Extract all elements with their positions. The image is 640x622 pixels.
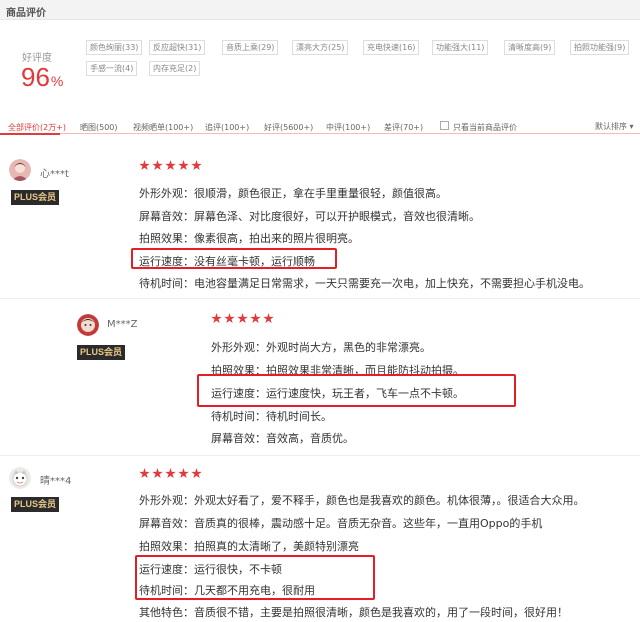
star-icon bbox=[139, 160, 150, 171]
star-icon bbox=[250, 313, 261, 324]
review-line: 屏幕音效：屏幕色泽、对比度很好，可以开护眼模式，音效也很清晰。 bbox=[139, 210, 480, 223]
star-icon bbox=[165, 468, 176, 479]
rating-score: 96% bbox=[21, 62, 63, 93]
reviewer-name: 晴***4 bbox=[40, 476, 72, 487]
checkbox-label: 只看当前商品评价 bbox=[453, 123, 517, 132]
star-icon bbox=[224, 313, 235, 324]
review-line: 屏幕音效：音质真的很棒，震动感十足。音质无杂音。这些年，一直用Oppo的手机 bbox=[139, 517, 543, 530]
filter-negative[interactable]: 差评(70+) bbox=[384, 122, 423, 133]
avatar bbox=[77, 314, 99, 336]
star-icon bbox=[165, 160, 176, 171]
review-line: 屏幕音效：音效高，音质优。 bbox=[211, 432, 354, 445]
filter-divider bbox=[0, 133, 640, 134]
user-avatar-icon bbox=[9, 159, 31, 181]
tag-chip[interactable]: 音质上乘(29) bbox=[222, 40, 279, 55]
star-icon bbox=[178, 160, 189, 171]
section-title: 商品评价 bbox=[6, 8, 46, 19]
tag-chip[interactable]: 充电快速(16) bbox=[363, 40, 420, 55]
rating-value: 96 bbox=[21, 62, 50, 92]
review-line: 外形外观：外观太好看了，爱不释手，颜色也是我喜欢的颜色。机体很薄，。很适合大众用… bbox=[139, 494, 585, 507]
rating-unit: % bbox=[50, 73, 64, 89]
plus-member-badge: PLUS会员 bbox=[77, 345, 126, 360]
review-line: 拍照效果：像素很高，拍出来的照片很明亮。 bbox=[139, 232, 359, 245]
review-line: 待机时间：几天都不用充电，很耐用 bbox=[139, 584, 315, 597]
filter-followup[interactable]: 追评(100+) bbox=[205, 122, 249, 133]
reviewer-name: 心***t bbox=[40, 169, 69, 180]
tag-chip[interactable]: 功能强大(11) bbox=[432, 40, 489, 55]
star-icon bbox=[263, 313, 274, 324]
plus-member-badge: PLUS会员 bbox=[11, 190, 60, 205]
review-line: 拍照效果：拍照效果非常清晰，而且能防抖动拍摄。 bbox=[211, 364, 464, 377]
star-icon bbox=[152, 468, 163, 479]
tag-chip[interactable]: 内存充足(2) bbox=[149, 61, 201, 76]
avatar bbox=[9, 159, 31, 181]
review-line: 运行速度：运行很快，不卡顿 bbox=[139, 563, 282, 576]
star-icon bbox=[237, 313, 248, 324]
review-line: 待机时间：电池容量满足日常需求，一天只需要充一次电，加上快充，不需要担心手机没电… bbox=[139, 277, 590, 290]
review-line: 运行速度：运行速度快，玩王者，飞车一点不卡顿。 bbox=[211, 387, 464, 400]
filter-neutral[interactable]: 中评(100+) bbox=[326, 122, 370, 133]
plus-member-badge: PLUS会员 bbox=[11, 497, 60, 512]
review-line: 待机时间：待机时间长。 bbox=[211, 410, 332, 423]
star-icon bbox=[178, 468, 189, 479]
review-line: 外形外观：外观时尚大方，黑色的非常漂亮。 bbox=[211, 341, 431, 354]
review-line: 拍照效果：拍照真的太清晰了，美颜特别漂亮 bbox=[139, 540, 359, 553]
review-line: 其他特色：音质很不错，主要是拍照很清晰，颜色是我喜欢的，用了一段时间，很好用！ bbox=[139, 606, 568, 619]
star-rating bbox=[139, 160, 202, 172]
tag-chip[interactable]: 手感一流(4) bbox=[86, 61, 138, 76]
tag-chip[interactable]: 拍照功能强(9) bbox=[570, 40, 630, 55]
filter-all[interactable]: 全部评价(2万+) bbox=[8, 122, 66, 133]
star-icon bbox=[139, 468, 150, 479]
reviewer-name: M***Z bbox=[107, 319, 138, 330]
tag-chip[interactable]: 颜色绚丽(33) bbox=[86, 40, 143, 55]
tag-chip[interactable]: 反应超快(31) bbox=[149, 40, 206, 55]
star-icon bbox=[191, 160, 202, 171]
star-icon bbox=[191, 468, 202, 479]
review-divider bbox=[0, 298, 640, 299]
star-icon bbox=[152, 160, 163, 171]
filter-photos[interactable]: 晒图(500) bbox=[80, 122, 118, 133]
review-divider bbox=[0, 455, 640, 456]
review-line: 外形外观：很顺滑，颜色很正，拿在手里重量很轻，颜值很高。 bbox=[139, 187, 447, 200]
sort-dropdown[interactable]: 默认排序 ▾ bbox=[595, 121, 634, 132]
review-line: 运行速度：没有丝毫卡顿，运行顺畅 bbox=[139, 255, 315, 268]
active-filter-indicator bbox=[0, 133, 60, 135]
current-product-checkbox[interactable] bbox=[440, 121, 449, 130]
filter-positive[interactable]: 好评(5600+) bbox=[264, 122, 313, 133]
tag-chip[interactable]: 漂亮大方(25) bbox=[292, 40, 349, 55]
tag-chip[interactable]: 清晰度高(9) bbox=[504, 40, 556, 55]
user-avatar-icon bbox=[77, 314, 99, 336]
star-icon bbox=[211, 313, 222, 324]
star-rating bbox=[211, 313, 274, 325]
user-avatar-icon bbox=[9, 467, 31, 489]
star-rating bbox=[139, 468, 202, 480]
avatar bbox=[9, 467, 31, 489]
filter-videos[interactable]: 视频晒单(100+) bbox=[133, 122, 193, 133]
section-header: 商品评价 bbox=[0, 0, 640, 20]
